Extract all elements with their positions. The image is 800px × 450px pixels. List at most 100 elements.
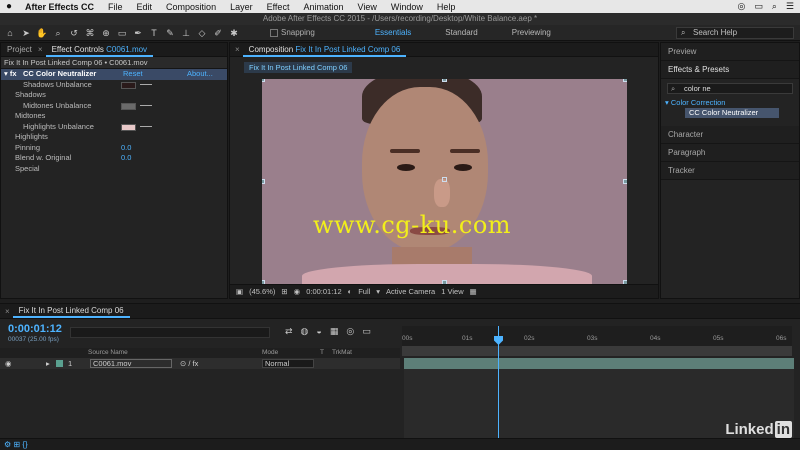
eyedropper-icon[interactable] [140, 104, 152, 108]
effects-category[interactable]: ▾ Color Correction [661, 98, 799, 108]
tab-effect-controls[interactable]: Effect Controls C0061.mov [45, 43, 154, 57]
menu-view[interactable]: View [350, 2, 383, 12]
tab-composition[interactable]: Composition Fix It In Post Linked Comp 0… [242, 43, 407, 57]
menu-help[interactable]: Help [430, 2, 463, 12]
always-preview-icon[interactable]: ▣ [236, 287, 243, 296]
menu-composition[interactable]: Composition [159, 2, 223, 12]
layer-switches[interactable]: ⊙ / fx [180, 358, 198, 369]
camera-tool-icon[interactable]: ⌘ [84, 27, 96, 39]
column-trkmat[interactable]: TrkMat [332, 348, 352, 358]
search-help-field[interactable]: ⌕ Search Help [676, 26, 794, 39]
channel-icon[interactable]: ◐ [348, 287, 353, 296]
effects-search-input[interactable]: ⌕ color ne [667, 83, 793, 94]
type-tool-icon[interactable]: T [148, 27, 160, 39]
close-icon[interactable]: × [0, 307, 13, 316]
color-swatch[interactable] [121, 102, 136, 110]
work-area-bar[interactable] [402, 346, 792, 356]
display-icon[interactable]: ▭ [754, 1, 763, 12]
tracker-panel-header[interactable]: Tracker [661, 162, 799, 180]
workspace-standard[interactable]: Standard [445, 28, 477, 37]
close-icon[interactable]: × [230, 45, 243, 54]
draft-3d-icon[interactable]: ◍ [301, 326, 309, 337]
tab-timeline[interactable]: Fix It In Post Linked Comp 06 [12, 304, 130, 318]
menu-animation[interactable]: Animation [296, 2, 350, 12]
shy-icon[interactable]: ◒ [316, 326, 321, 337]
chevron-down-icon[interactable]: ▾ [376, 287, 380, 296]
visibility-eye-icon[interactable]: ◉ [5, 358, 12, 369]
property-value[interactable]: 0.0 [121, 143, 131, 154]
puppet-pin-tool-icon[interactable]: ✱ [228, 27, 240, 39]
about-button[interactable]: About... [187, 69, 213, 80]
views-dropdown[interactable]: 1 View [441, 287, 463, 296]
close-icon[interactable]: × [38, 45, 46, 54]
transform-handle[interactable] [442, 79, 447, 82]
reset-button[interactable]: Reset [123, 69, 143, 80]
home-icon[interactable]: ⌂ [4, 27, 16, 39]
transform-handle[interactable] [623, 179, 627, 184]
menu-window[interactable]: Window [384, 2, 430, 12]
viewer-timecode[interactable]: 0:00:01:12 [306, 287, 341, 296]
effects-item[interactable]: CC Color Neutralizer [685, 108, 779, 118]
effects-presets-header[interactable]: Effects & Presets [661, 61, 799, 79]
rotate-tool-icon[interactable]: ↺ [68, 27, 80, 39]
creative-cloud-icon[interactable]: ◎ [738, 1, 746, 12]
effect-row[interactable]: ▾ fx CC Color Neutralizer Reset About... [1, 69, 227, 80]
layer-source-name[interactable]: C0061.mov [90, 359, 172, 368]
current-time-display[interactable]: 0:00:01:12 [8, 323, 62, 335]
clone-stamp-tool-icon[interactable]: ⊥ [180, 27, 192, 39]
layer-duration-bar[interactable] [404, 358, 794, 369]
tab-project[interactable]: Project [1, 43, 38, 57]
zoom-level[interactable]: (45.6%) [249, 287, 275, 296]
property-highlights[interactable]: Highlights [1, 132, 227, 143]
workspace-essentials[interactable]: Essentials [375, 28, 411, 37]
time-ruler[interactable]: 00s 01s 02s 03s 04s 05s 06s [402, 326, 792, 346]
menu-file[interactable]: File [101, 2, 130, 12]
property-midtones[interactable]: Midtones [1, 111, 227, 122]
camera-dropdown[interactable]: Active Camera [386, 287, 435, 296]
comp-flowchart-tab[interactable]: Fix It In Post Linked Comp 06 [244, 62, 353, 73]
blend-mode-dropdown[interactable]: Normal [262, 359, 314, 368]
roto-brush-tool-icon[interactable]: ✐ [212, 27, 224, 39]
comp-mini-flowchart-icon[interactable]: ⇄ [285, 326, 293, 337]
label-color-swatch[interactable] [56, 360, 63, 367]
transform-handle[interactable] [623, 79, 627, 82]
motion-blur-icon[interactable]: ◎ [346, 326, 354, 337]
toggle-switches-icon[interactable]: ⚙ ⊞ {} [4, 440, 28, 449]
layer-row[interactable]: ◉ ▸ 1 C0061.mov ⊙ / fx Normal [0, 358, 400, 369]
graph-editor-icon[interactable]: ▭ [362, 326, 371, 337]
expand-arrow-icon[interactable]: ▸ [46, 358, 50, 369]
eyedropper-icon[interactable] [140, 125, 152, 129]
region-icon[interactable]: ⊞ [281, 287, 287, 296]
workspace-previewing[interactable]: Previewing [512, 28, 551, 37]
menu-effect[interactable]: Effect [260, 2, 297, 12]
list-icon[interactable]: ☰ [786, 1, 794, 12]
selection-tool-icon[interactable]: ➤ [20, 27, 32, 39]
eyedropper-icon[interactable] [140, 83, 152, 87]
search-icon[interactable]: ⌕ [772, 1, 777, 12]
property-value[interactable]: 0.0 [121, 153, 131, 164]
resolution-dropdown[interactable]: Full [358, 287, 370, 296]
column-source-name[interactable]: Source Name [88, 348, 128, 358]
frame-blending-icon[interactable]: ▦ [330, 326, 339, 337]
color-swatch[interactable] [121, 123, 136, 131]
rectangle-tool-icon[interactable]: ▭ [116, 27, 128, 39]
property-special[interactable]: Special [1, 164, 227, 175]
menu-layer[interactable]: Layer [223, 2, 260, 12]
preview-panel-header[interactable]: Preview [661, 43, 799, 61]
snapping-checkbox[interactable] [270, 28, 278, 37]
fx-toggle-icon[interactable]: ▾ fx [4, 69, 17, 80]
timeline-search-input[interactable] [70, 327, 270, 338]
camera-snapshot-icon[interactable]: ◉ [294, 287, 301, 296]
anchor-point-handle[interactable] [442, 177, 447, 182]
character-panel-header[interactable]: Character [661, 126, 799, 144]
paragraph-panel-header[interactable]: Paragraph [661, 144, 799, 162]
brush-tool-icon[interactable]: ✎ [164, 27, 176, 39]
transform-handle[interactable] [262, 79, 265, 82]
pen-tool-icon[interactable]: ✒ [132, 27, 144, 39]
color-swatch[interactable] [121, 81, 136, 89]
menu-edit[interactable]: Edit [130, 2, 160, 12]
apple-menu-icon[interactable]: ● [0, 1, 18, 12]
eraser-tool-icon[interactable]: ◇ [196, 27, 208, 39]
menu-app-name[interactable]: After Effects CC [18, 2, 101, 12]
snapping-toggle[interactable]: Snapping [270, 28, 315, 37]
